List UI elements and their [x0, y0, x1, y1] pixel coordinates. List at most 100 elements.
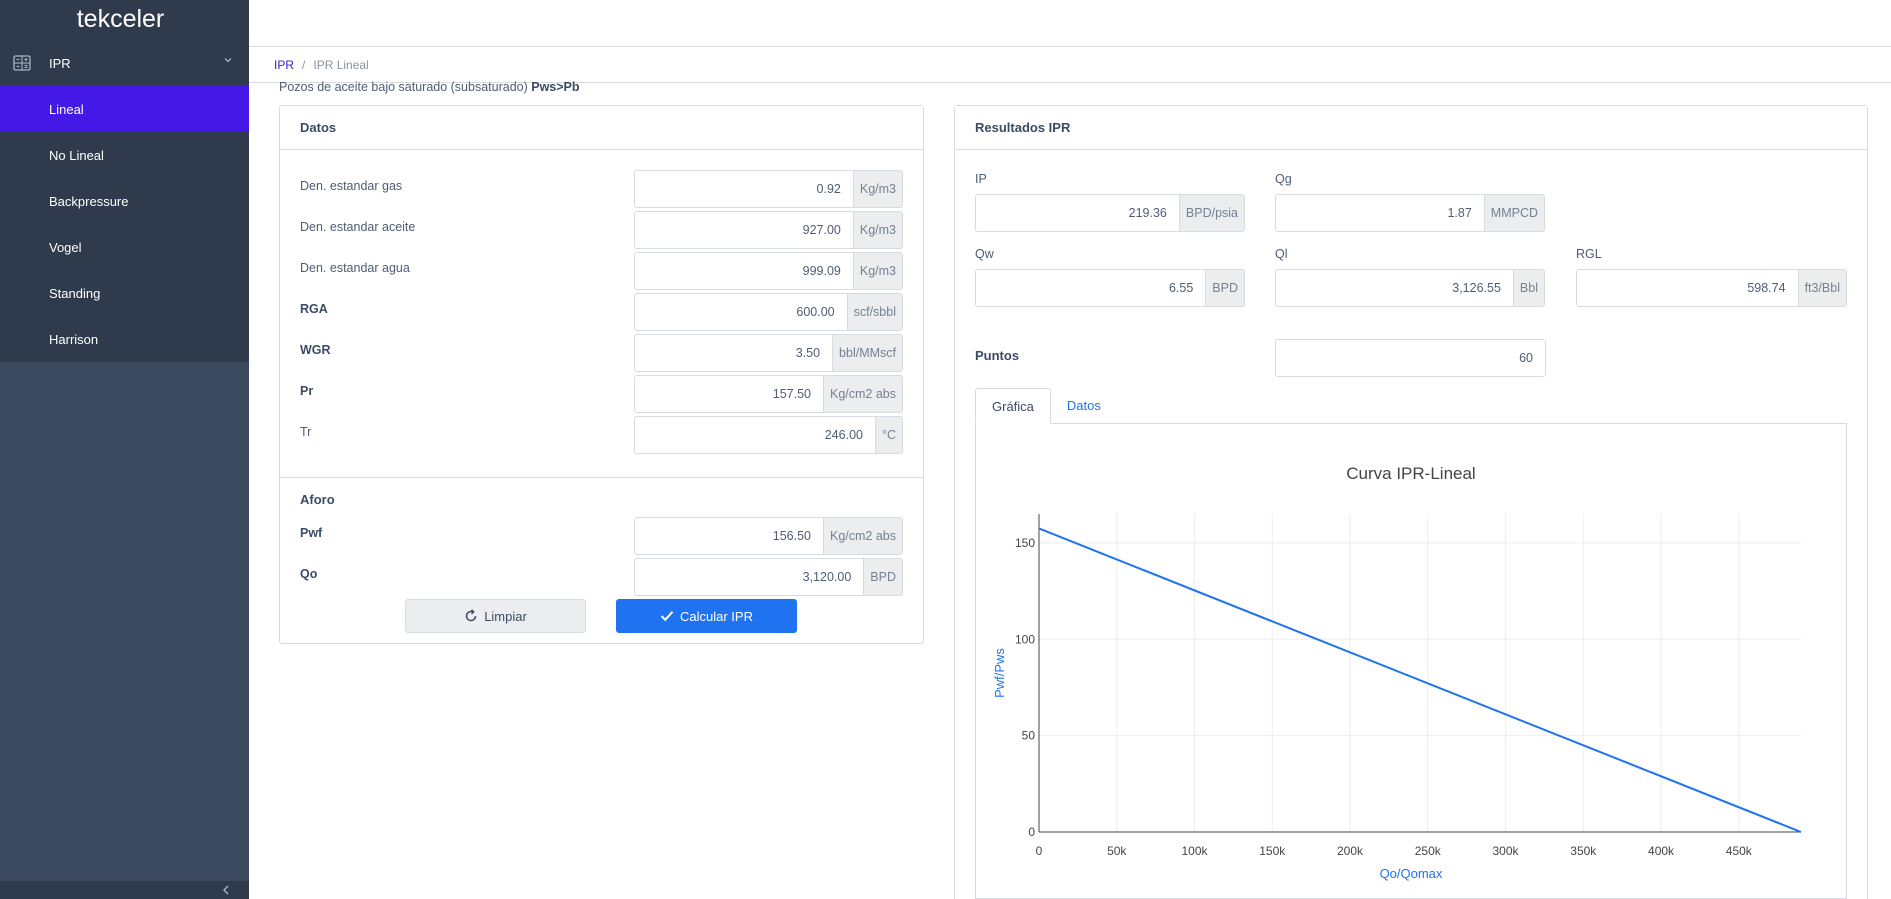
- calculate-ipr-button[interactable]: Calcular IPR: [616, 599, 797, 633]
- sidebar-group-label: IPR: [49, 55, 71, 71]
- field-tr: Tr 246.00 °C: [300, 416, 903, 454]
- page-subtitle: Pozos de aceite bajo saturado (subsatura…: [279, 80, 580, 94]
- result-qg: Qg 1.87 MMPCD: [1275, 172, 1545, 232]
- field-wgr: WGR 3.50 bbl/MMscf: [300, 334, 903, 372]
- sidebar-item-label: Lineal: [49, 101, 84, 117]
- check-icon: [660, 611, 674, 622]
- brand-logo: tekceler: [0, 0, 249, 40]
- sidebar-item-lineal[interactable]: Lineal: [0, 86, 249, 132]
- unit-addon: bbl/MMscf: [833, 334, 903, 372]
- result-ql: Ql 3,126.55 Bbl: [1275, 247, 1545, 307]
- x-tick-label: 50k: [1107, 844, 1127, 858]
- unit-addon: Bbl: [1513, 269, 1545, 307]
- chart-title: Curva IPR-Lineal: [1346, 464, 1475, 483]
- calculator-icon: [13, 55, 31, 71]
- ip-output[interactable]: 219.36: [975, 194, 1180, 232]
- den-aceite-input[interactable]: 927.00: [634, 211, 854, 249]
- field-den-aceite: Den. estandar aceite 927.00 Kg/m3: [300, 211, 903, 249]
- field-label: Den. estandar aceite: [300, 220, 416, 234]
- unit-addon: Kg/cm2 abs: [823, 375, 903, 413]
- x-tick-label: 150k: [1259, 844, 1286, 858]
- y-tick-label: 150: [1015, 536, 1035, 550]
- result-ip: IP 219.36 BPD/psia: [975, 172, 1245, 232]
- sidebar-item-vogel[interactable]: Vogel: [0, 224, 249, 270]
- x-axis-label: Qo/Qomax: [1380, 866, 1443, 881]
- tab-datos[interactable]: Datos: [1051, 388, 1117, 423]
- unit-addon: Kg/m3: [853, 252, 903, 290]
- x-tick-label: 100k: [1181, 844, 1208, 858]
- result-label: Qg: [1275, 172, 1292, 186]
- qo-input[interactable]: 3,120.00: [634, 558, 865, 596]
- result-qw: Qw 6.55 BPD: [975, 247, 1245, 307]
- x-tick-label: 250k: [1415, 844, 1442, 858]
- breadcrumb-current: IPR Lineal: [313, 57, 369, 72]
- sidebar-item-harrison[interactable]: Harrison: [0, 316, 249, 362]
- y-tick-label: 100: [1015, 632, 1035, 646]
- puntos-label: Puntos: [975, 348, 1020, 363]
- qw-output[interactable]: 6.55: [975, 269, 1207, 307]
- unit-addon: Kg/m3: [853, 170, 903, 208]
- sidebar-item-label: Vogel: [49, 239, 82, 255]
- rga-input[interactable]: 600.00: [634, 293, 848, 331]
- ipr-line-series: [1038, 527, 1802, 833]
- results-card: Resultados IPR IP 219.36 BPD/psia Qg 1.87…: [954, 105, 1868, 899]
- refresh-icon: [465, 609, 477, 622]
- result-label: RGL: [1576, 247, 1602, 261]
- result-rgl: RGL 598.74 ft3/Bbl: [1576, 247, 1847, 307]
- chevron-down-icon[interactable]: [223, 55, 233, 65]
- result-label: IP: [975, 172, 987, 186]
- x-tick-label: 300k: [1493, 844, 1520, 858]
- x-tick-label: 0: [1036, 844, 1043, 858]
- unit-addon: scf/sbbl: [847, 293, 903, 331]
- sidebar-item-label: No Lineal: [49, 147, 104, 163]
- tab-grafica[interactable]: Gráfica: [975, 388, 1051, 424]
- y-tick-label: 50: [1022, 729, 1036, 743]
- sidebar-menu: IPR Lineal No Lineal Backpressure Vogel …: [0, 40, 249, 362]
- y-axis-label: Pwf/Pws: [992, 648, 1007, 698]
- unit-addon: ft3/Bbl: [1798, 269, 1847, 307]
- clear-button-label: Limpiar: [484, 608, 527, 624]
- rgl-output[interactable]: 598.74: [1576, 269, 1799, 307]
- field-rga: RGA 600.00 scf/sbbl: [300, 293, 903, 331]
- den-gas-input[interactable]: 0.92: [634, 170, 854, 208]
- ql-output[interactable]: 3,126.55: [1275, 269, 1514, 307]
- aforo-title: Aforo: [300, 492, 335, 507]
- chart-panel: 0 50k 100k 150k 200k 250k 300k 350k 400k 450k 0 50 1…: [975, 424, 1847, 899]
- sidebar-item-label: Standing: [49, 285, 101, 301]
- x-tick-label: 350k: [1570, 844, 1597, 858]
- sidebar-item-label: Harrison: [49, 331, 99, 347]
- ipr-chart: 0 50k 100k 150k 200k 250k 300k 350k 400k 450k 0 50 1…: [992, 464, 1802, 881]
- sidebar-item-no-lineal[interactable]: No Lineal: [0, 132, 249, 178]
- results-tabs: Gráfica Datos: [975, 388, 1847, 424]
- pr-input[interactable]: 157.50: [634, 375, 824, 413]
- result-label: Qw: [975, 247, 994, 261]
- results-card-title: Resultados IPR: [955, 106, 1867, 150]
- section-divider: [280, 477, 923, 478]
- qg-output[interactable]: 1.87: [1275, 194, 1485, 232]
- y-tick-label: 0: [1028, 825, 1035, 839]
- tr-input[interactable]: 246.00: [634, 416, 876, 454]
- sidebar-minimizer[interactable]: [0, 881, 249, 899]
- unit-addon: Kg/m3: [853, 211, 903, 249]
- puntos-field: 60: [1275, 339, 1546, 377]
- datos-card-title: Datos: [280, 106, 923, 150]
- subtitle-text: Pozos de aceite bajo saturado (subsatura…: [279, 80, 532, 94]
- pwf-input[interactable]: 156.50: [634, 517, 824, 555]
- subtitle-condition: Pws>Pb: [531, 80, 580, 94]
- field-label: Den. estandar gas: [300, 179, 403, 193]
- field-label: RGA: [300, 302, 328, 316]
- den-agua-input[interactable]: 999.09: [634, 252, 854, 290]
- sidebar-group-ipr[interactable]: IPR: [0, 40, 249, 86]
- breadcrumb-link-ipr[interactable]: IPR: [274, 58, 294, 72]
- puntos-input[interactable]: 60: [1275, 339, 1546, 377]
- field-pr: Pr 157.50 Kg/cm2 abs: [300, 375, 903, 413]
- sidebar-item-standing[interactable]: Standing: [0, 270, 249, 316]
- chevron-left-icon[interactable]: [221, 885, 231, 895]
- unit-addon: BPD: [864, 558, 903, 596]
- clear-button[interactable]: Limpiar: [405, 599, 586, 633]
- unit-addon: Kg/cm2 abs: [823, 517, 903, 555]
- result-label: Ql: [1275, 247, 1288, 261]
- unit-addon: MMPCD: [1484, 194, 1545, 232]
- wgr-input[interactable]: 3.50: [634, 334, 834, 372]
- sidebar-item-backpressure[interactable]: Backpressure: [0, 178, 249, 224]
